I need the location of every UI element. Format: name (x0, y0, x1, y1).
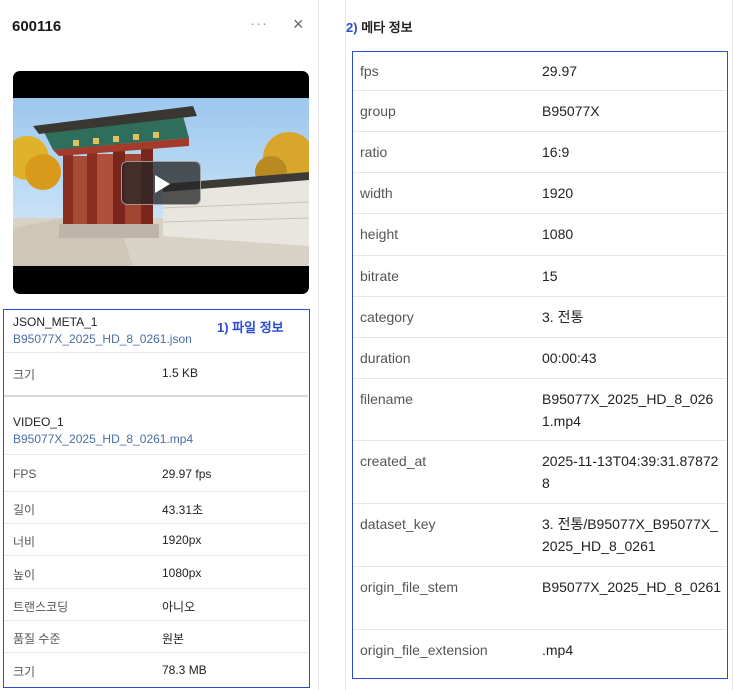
transcoding-label: 트랜스코딩 (13, 600, 69, 614)
meta-row: height 1080 (353, 214, 726, 256)
divider (4, 491, 308, 492)
meta-info-annotation: 2) (346, 20, 358, 35)
play-icon (155, 175, 170, 193)
meta-row: filename B95077X_2025_HD_8_0261.mp4 (353, 379, 726, 441)
duration-value: 43.31초 (162, 503, 204, 517)
section-divider (4, 395, 308, 397)
meta-table: fps 29.97 group B95077X ratio 16:9 width… (352, 51, 728, 679)
play-button[interactable] (121, 161, 201, 205)
meta-info-heading: 메타 정보 (361, 20, 413, 35)
quality-level-label: 품질 수준 (13, 632, 61, 646)
meta-value: B95077X (542, 103, 600, 119)
meta-value: 3. 전통/B95077X_B95077X_2025_HD_8_0261 (542, 516, 719, 554)
meta-value: 00:00:43 (542, 350, 597, 366)
panel-title: 600116 (12, 18, 62, 35)
meta-value: 15 (542, 268, 558, 284)
fps-label: FPS (13, 467, 37, 481)
meta-value: 2025-11-13T04:39:31.878728 (542, 453, 719, 491)
panel-header: 600116 ··· × (0, 0, 319, 56)
meta-row: category 3. 전통 (353, 297, 726, 338)
width-value: 1920px (162, 533, 202, 547)
meta-key: origin_file_stem (360, 579, 459, 595)
meta-info-title: 2) 메타 정보 (346, 17, 413, 36)
file-path[interactable]: B95077X_2025_HD_8_0261.mp4 (13, 432, 193, 446)
more-options-icon[interactable]: ··· (250, 15, 268, 32)
meta-value: 1080 (542, 226, 574, 242)
divider (4, 454, 308, 455)
meta-row: width 1920 (353, 173, 726, 214)
file-info-section: 1) 파일 정보 JSON_META_1 B95077X_2025_HD_8_0… (3, 309, 310, 688)
meta-row: origin_file_stem B95077X_2025_HD_8_0261 (353, 567, 726, 630)
close-icon[interactable]: × (293, 14, 304, 34)
meta-row: fps 29.97 (353, 52, 726, 91)
transcoding-value: 아니오 (162, 600, 196, 614)
file-path[interactable]: B95077X_2025_HD_8_0261.json (13, 332, 192, 346)
meta-info-panel: 2) 메타 정보 fps 29.97 group B95077X ratio 1… (345, 0, 733, 690)
meta-key: origin_file_extension (360, 642, 488, 658)
video-size-value: 78.3 MB (162, 663, 207, 677)
video-size-label: 크기 (13, 665, 36, 679)
meta-key: bitrate (360, 268, 399, 284)
meta-key: filename (360, 391, 413, 407)
meta-value: 1920 (542, 185, 574, 201)
meta-key: created_at (360, 453, 427, 469)
meta-value: 29.97 (542, 63, 578, 79)
divider (4, 555, 308, 556)
divider (4, 620, 308, 621)
height-value: 1080px (162, 566, 202, 580)
file-size-label: 크기 (13, 368, 36, 382)
meta-row: ratio 16:9 (353, 132, 726, 173)
meta-value: .mp4 (542, 642, 574, 658)
meta-key: duration (360, 350, 411, 366)
divider (4, 652, 308, 653)
file-name: JSON_META_1 (13, 315, 98, 329)
meta-row: bitrate 15 (353, 256, 726, 297)
duration-label: 길이 (13, 503, 36, 517)
meta-value: 16:9 (542, 144, 570, 160)
file-name: VIDEO_1 (13, 415, 64, 429)
meta-key: ratio (360, 144, 388, 160)
meta-row: dataset_key 3. 전통/B95077X_B95077X_2025_H… (353, 504, 726, 567)
meta-value: 3. 전통 (542, 309, 584, 325)
meta-row: duration 00:00:43 (353, 338, 726, 379)
quality-level-value: 원본 (162, 632, 185, 646)
meta-key: category (360, 309, 414, 325)
meta-key: dataset_key (360, 516, 436, 532)
file-info-annotation: 1) 파일 정보 (217, 320, 284, 335)
meta-value: B95077X_2025_HD_8_0261.mp4 (542, 391, 714, 429)
file-detail-panel: 600116 ··· × 1) 파일 정보 JSON_META_1 B95077… (0, 0, 319, 690)
divider (4, 352, 308, 353)
video-player[interactable] (13, 71, 309, 294)
fps-value: 29.97 fps (162, 467, 212, 481)
meta-value: B95077X_2025_HD_8_0261 (542, 579, 722, 595)
meta-key: fps (360, 63, 379, 79)
width-label: 너비 (13, 535, 36, 549)
meta-key: group (360, 103, 396, 119)
meta-key: width (360, 185, 393, 201)
height-label: 높이 (13, 568, 36, 582)
meta-row: created_at 2025-11-13T04:39:31.878728 (353, 441, 726, 504)
meta-row: group B95077X (353, 91, 726, 132)
meta-key: height (360, 226, 399, 242)
meta-row: origin_file_extension .mp4 (353, 630, 726, 677)
divider (4, 588, 308, 589)
divider (4, 523, 308, 524)
file-size-value: 1.5 KB (162, 366, 199, 380)
